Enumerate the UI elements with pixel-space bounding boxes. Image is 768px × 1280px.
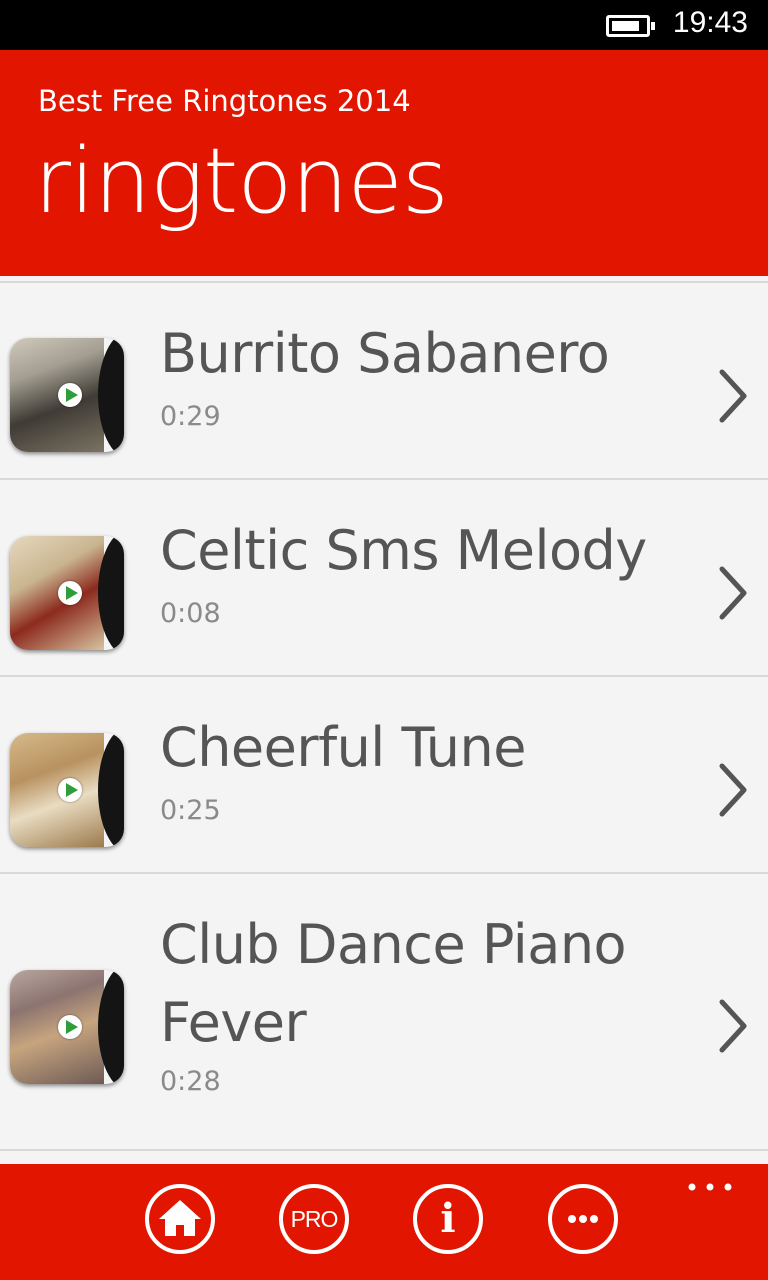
more-icon xyxy=(568,1215,598,1223)
page-title: ringtones xyxy=(34,129,449,234)
app-bar: PRO i xyxy=(0,1164,768,1280)
info-icon: i xyxy=(440,1195,456,1242)
info-button[interactable]: i xyxy=(413,1184,483,1254)
track-thumbnail[interactable] xyxy=(10,536,124,650)
track-duration: 0:28 xyxy=(160,1066,221,1097)
track-title: Cheerful Tune xyxy=(160,716,526,779)
track-duration: 0:25 xyxy=(160,795,221,826)
track-duration: 0:29 xyxy=(160,401,221,432)
page-header: Best Free Ringtones 2014 ringtones xyxy=(0,50,768,276)
track-thumbnail[interactable] xyxy=(10,338,124,452)
list-item[interactable]: Club Dance Piano Fever 0:28 xyxy=(0,874,768,1151)
app-title: Best Free Ringtones 2014 xyxy=(38,84,411,118)
battery-icon xyxy=(606,15,655,37)
pro-button[interactable]: PRO xyxy=(279,1184,349,1254)
chevron-right-icon[interactable] xyxy=(716,762,748,818)
chevron-right-icon[interactable] xyxy=(716,368,748,424)
track-title: Celtic Sms Melody xyxy=(160,519,647,582)
track-title: Burrito Sabanero xyxy=(160,322,610,385)
pro-icon: PRO xyxy=(290,1206,339,1232)
status-bar: 19:43 xyxy=(0,0,768,50)
track-title: Club Dance Piano Fever xyxy=(160,906,627,1062)
status-time: 19:43 xyxy=(672,6,748,39)
ellipsis-icon[interactable] xyxy=(688,1182,732,1192)
list-item[interactable]: Celtic Sms Melody 0:08 xyxy=(0,480,768,677)
play-icon[interactable] xyxy=(58,383,82,407)
track-title-line: Fever xyxy=(160,991,307,1054)
track-thumbnail[interactable] xyxy=(10,733,124,847)
play-icon[interactable] xyxy=(58,778,82,802)
home-icon xyxy=(159,1200,201,1236)
more-button[interactable] xyxy=(548,1184,618,1254)
play-icon[interactable] xyxy=(58,1015,82,1039)
list-item[interactable]: Cheerful Tune 0:25 xyxy=(0,677,768,874)
home-button[interactable] xyxy=(145,1184,215,1254)
ringtone-list: Burrito Sabanero 0:29 Celtic Sms Melody … xyxy=(0,283,768,1151)
track-title-line: Club Dance Piano xyxy=(160,913,627,976)
play-icon[interactable] xyxy=(58,581,82,605)
chevron-right-icon[interactable] xyxy=(716,565,748,621)
track-duration: 0:08 xyxy=(160,598,221,629)
track-thumbnail[interactable] xyxy=(10,970,124,1084)
list-item[interactable]: Burrito Sabanero 0:29 xyxy=(0,283,768,480)
chevron-right-icon[interactable] xyxy=(716,998,748,1054)
